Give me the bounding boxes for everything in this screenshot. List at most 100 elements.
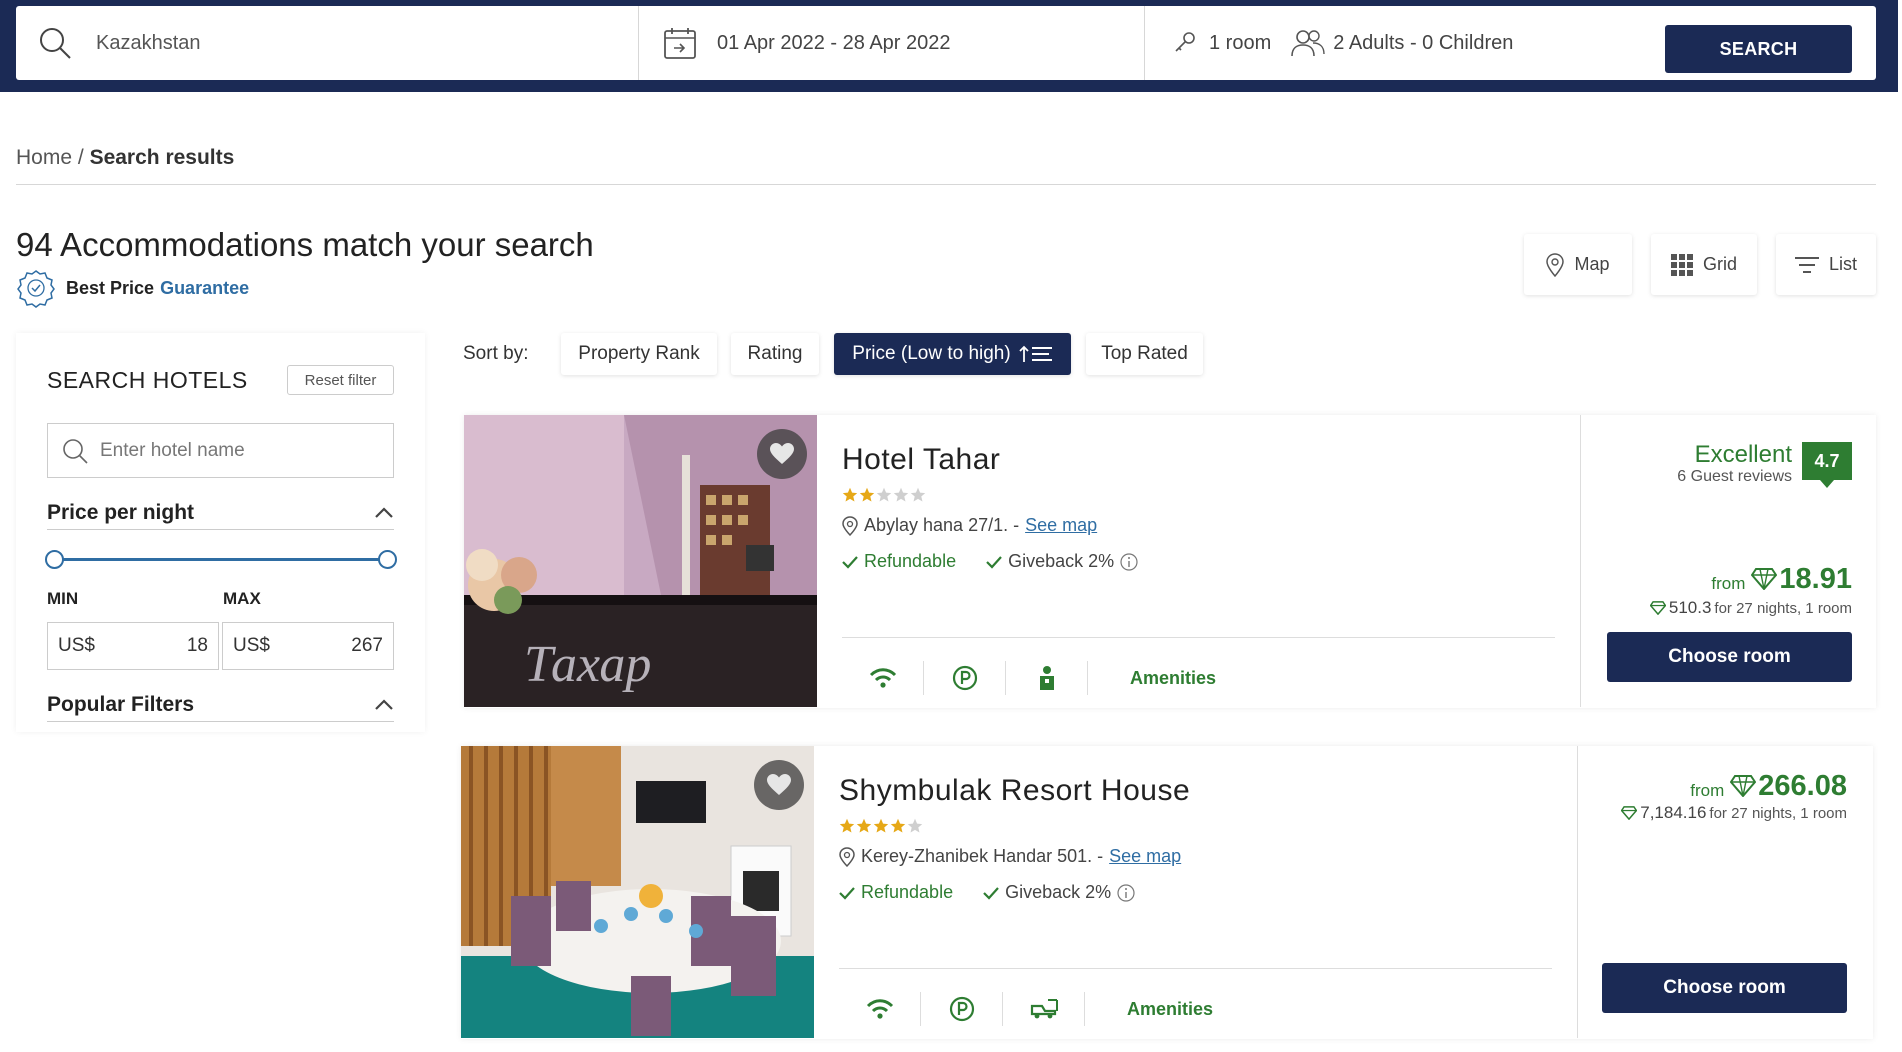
hotel-photo[interactable]: Тахар [464, 415, 817, 707]
review-count[interactable]: 6 Guest reviews [1677, 468, 1792, 486]
hotel-name-search [47, 423, 394, 478]
price-from: from 18.91 [1711, 563, 1852, 596]
amenities-row: Amenities [839, 984, 1213, 1034]
max-currency: US$ [233, 635, 270, 656]
favorite-button[interactable] [757, 429, 807, 479]
hotel-features: Refundable Giveback 2% [839, 882, 1135, 903]
heart-icon [767, 774, 791, 795]
max-label: MAX [223, 589, 261, 608]
price-column-divider [1580, 415, 1581, 707]
hotel-card: Тахар Hotel Tahar Abylay hana 27/1. - Se… [464, 415, 1876, 708]
hotel-photo-signage: Тахар [524, 636, 652, 693]
diamond-icon [1751, 568, 1778, 590]
guests-icon [1291, 30, 1325, 57]
hotel-name[interactable]: Shymbulak Resort House [839, 774, 1190, 808]
sort-rating[interactable]: Rating [731, 333, 819, 375]
star-icon [859, 487, 875, 502]
price-section-label: Price per night [47, 500, 195, 524]
info-icon[interactable] [1120, 552, 1138, 571]
from-label: from [1711, 574, 1746, 593]
total-price-note: for 27 nights, 1 room [1714, 599, 1852, 617]
grid-icon [1670, 253, 1693, 276]
price-per-night: 18.91 [1779, 563, 1852, 595]
refundable-label: Refundable [864, 551, 957, 571]
price-slider-min-handle[interactable] [45, 550, 64, 569]
hotel-photo[interactable] [461, 746, 814, 1038]
guests-value: 2 Adults - 0 Children [1333, 31, 1514, 54]
price-slider-max-handle[interactable] [378, 550, 397, 569]
amenities-link[interactable]: Amenities [1127, 999, 1213, 1020]
address-text: Kerey-Zhanibek Handar 501. - [861, 846, 1104, 866]
favorite-button[interactable] [754, 760, 804, 810]
total-price: 510.3 for 27 nights, 1 room [1649, 598, 1852, 618]
grid-view-button[interactable]: Grid [1651, 234, 1757, 295]
popular-filters-header[interactable]: Popular Filters [47, 688, 394, 722]
reset-filter-button[interactable]: Reset filter [287, 365, 394, 395]
hotel-features: Refundable Giveback 2% [842, 551, 1138, 572]
min-price-value: 18 [186, 635, 208, 656]
guarantee-link[interactable]: Guarantee [160, 278, 249, 299]
star-icon [907, 818, 923, 833]
min-currency: US$ [58, 635, 95, 656]
sort-price-low-high[interactable]: Price (Low to high) [834, 333, 1071, 375]
wifi-icon [839, 992, 921, 1026]
parking-icon [924, 661, 1006, 695]
date-range-field[interactable]: 01 Apr 2022 - 28 Apr 2022 [639, 6, 1145, 80]
map-view-button[interactable]: Map [1524, 234, 1632, 295]
max-price-value: 267 [351, 635, 383, 656]
price-per-night-header[interactable]: Price per night [47, 496, 394, 530]
hotel-name[interactable]: Hotel Tahar [842, 443, 1000, 477]
refundable-label: Refundable [861, 882, 954, 902]
star-rating [842, 487, 926, 503]
wifi-icon [842, 661, 924, 695]
info-icon[interactable] [1117, 883, 1135, 902]
top-search-bar: Kazakhstan 01 Apr 2022 - 28 Apr 2022 1 r… [0, 0, 1898, 92]
choose-room-button[interactable]: Choose room [1607, 632, 1852, 682]
diamond-icon [1730, 775, 1757, 797]
search-button[interactable]: SEARCH [1665, 25, 1852, 73]
card-separator [842, 637, 1555, 638]
hotel-address: Kerey-Zhanibek Handar 501. - See map [839, 846, 1181, 867]
star-icon [842, 487, 858, 502]
best-price-label: Best Price [66, 277, 155, 298]
star-icon [856, 818, 872, 833]
choose-room-button[interactable]: Choose room [1602, 963, 1847, 1013]
list-view-button[interactable]: List [1776, 234, 1876, 295]
hotel-address: Abylay hana 27/1. - See map [842, 515, 1097, 536]
map-view-label: Map [1574, 254, 1610, 274]
amenities-link[interactable]: Amenities [1130, 668, 1216, 689]
concierge-icon [1006, 661, 1088, 695]
price-per-night: 266.08 [1758, 770, 1847, 802]
star-icon [893, 487, 909, 502]
calendar-icon [664, 28, 696, 59]
breadcrumb-divider [16, 184, 1876, 185]
total-price-value: 7,184.16 [1640, 803, 1707, 822]
guests-field[interactable]: 1 room 2 Adults - 0 Children SEARCH [1145, 6, 1876, 80]
card-separator [839, 968, 1552, 969]
sidebar-title: SEARCH HOTELS [47, 367, 248, 393]
sort-property-rank[interactable]: Property Rank [561, 333, 717, 375]
sort-ascending-icon [1019, 345, 1052, 362]
refundable-feature: Refundable [842, 551, 956, 572]
breadcrumb-home[interactable]: Home [16, 146, 72, 169]
star-icon [910, 487, 926, 502]
star-icon [876, 487, 892, 502]
map-pin-icon [842, 515, 858, 536]
rooms-value: 1 room [1209, 31, 1272, 54]
check-icon [983, 886, 999, 900]
best-price-guarantee: Best Price Guarantee [16, 268, 249, 308]
check-icon [839, 886, 855, 900]
min-label: MIN [47, 589, 79, 608]
chevron-up-icon [375, 506, 393, 518]
sort-top-rated[interactable]: Top Rated [1086, 333, 1203, 375]
breadcrumb: Home / Search results [16, 146, 234, 170]
min-price-input[interactable]: US$ 18 [47, 622, 219, 670]
see-map-link[interactable]: See map [1025, 515, 1097, 536]
star-icon [890, 818, 906, 833]
diamond-icon [1621, 806, 1638, 820]
refundable-feature: Refundable [839, 882, 953, 903]
see-map-link[interactable]: See map [1109, 846, 1181, 867]
hotel-name-input[interactable] [100, 439, 380, 462]
destination-field[interactable]: Kazakhstan [16, 6, 639, 80]
max-price-input[interactable]: US$ 267 [222, 622, 394, 670]
